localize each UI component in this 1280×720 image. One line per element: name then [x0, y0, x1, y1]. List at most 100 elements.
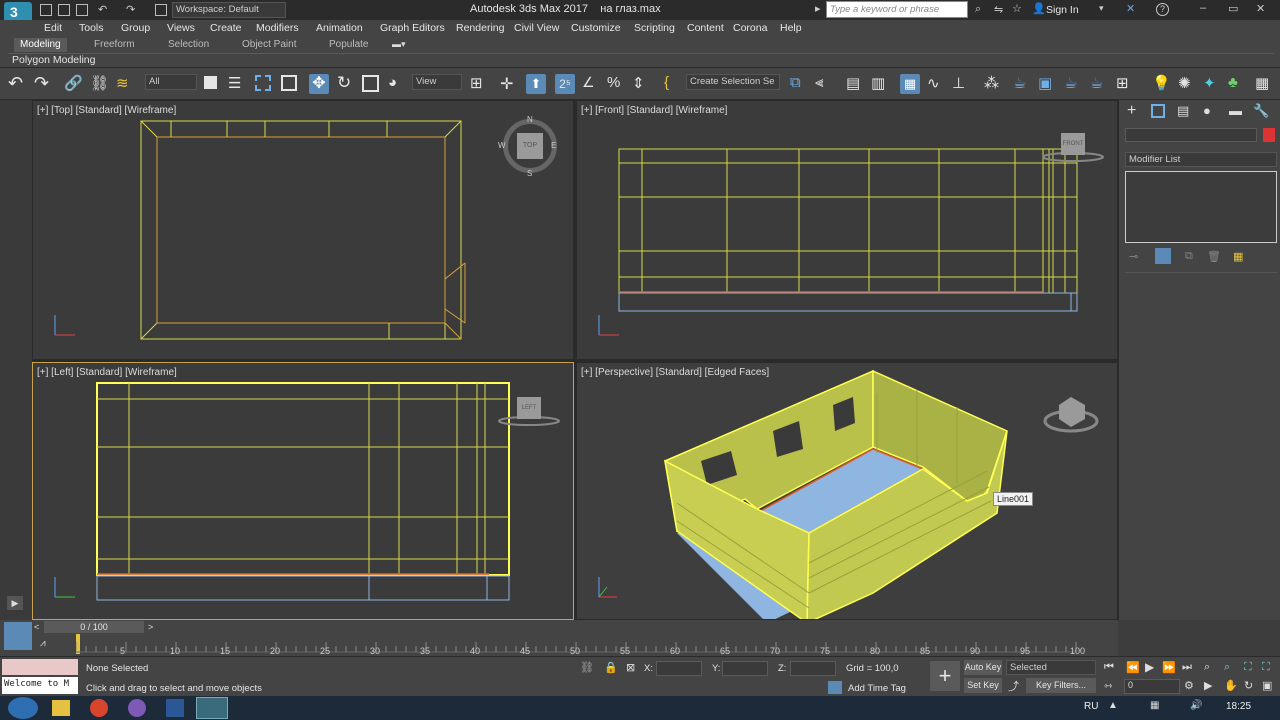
- viber-taskbar-icon[interactable]: [128, 699, 146, 717]
- open-file-icon[interactable]: [58, 4, 70, 16]
- percent-snap-icon[interactable]: %: [607, 74, 620, 91]
- key-filters-button[interactable]: Key Filters...: [1026, 678, 1096, 693]
- minimize-icon[interactable]: –: [1200, 2, 1206, 14]
- render-setup-icon[interactable]: ☕: [1013, 74, 1026, 92]
- menu-edit[interactable]: Edit: [44, 22, 62, 34]
- undo-toolbar-icon[interactable]: ↶: [8, 73, 23, 94]
- modify-tab-icon[interactable]: [1151, 104, 1165, 118]
- keyboard-shortcut-override-icon[interactable]: ⬆: [526, 74, 546, 94]
- sun-light-icon[interactable]: ✺: [1178, 74, 1191, 92]
- next-frame-icon[interactable]: ⏩: [1162, 661, 1176, 674]
- zoom-extents-all-icon[interactable]: ⛶: [1262, 661, 1270, 674]
- pivot-center-icon[interactable]: ⊞: [470, 74, 483, 92]
- viewport-top[interactable]: [+] [Top] [Standard] [Wireframe] TOP W E…: [32, 100, 574, 360]
- viewcube-left[interactable]: LEFT: [517, 397, 541, 419]
- add-time-tag-button[interactable]: Add Time Tag: [848, 683, 906, 694]
- edit-named-selection-icon[interactable]: {: [664, 74, 669, 91]
- menu-help[interactable]: Help: [780, 22, 802, 34]
- schematic-view-icon[interactable]: ⊥: [952, 74, 965, 92]
- set-key-button[interactable]: Set Key: [964, 678, 1002, 693]
- object-name-field[interactable]: [1125, 128, 1257, 142]
- manipulate-icon[interactable]: ✛: [500, 74, 513, 94]
- redo-icon[interactable]: ↷: [126, 3, 135, 16]
- maximize-icon[interactable]: ▭: [1228, 2, 1238, 15]
- time-config-icon[interactable]: ⚙: [1184, 679, 1194, 692]
- menu-civil-view[interactable]: Civil View: [514, 22, 559, 34]
- tab-populate[interactable]: Populate: [323, 38, 374, 52]
- render-production-icon[interactable]: ☕: [1064, 74, 1077, 92]
- maxscript-listener-output[interactable]: Welcome to M: [2, 677, 78, 694]
- tab-selection[interactable]: Selection: [162, 38, 215, 52]
- menu-customize[interactable]: Customize: [571, 22, 621, 34]
- taskbar-clock[interactable]: 18:25: [1226, 701, 1251, 712]
- rectangular-selection-icon[interactable]: [255, 75, 271, 91]
- tray-network-icon[interactable]: ▦: [1150, 700, 1159, 711]
- play-icon[interactable]: ▶: [1145, 660, 1154, 674]
- motion-tab-icon[interactable]: ●: [1203, 103, 1211, 118]
- named-selection-dropdown[interactable]: Create Selection Se: [686, 74, 780, 90]
- select-object-icon[interactable]: [204, 76, 217, 89]
- favorites-star-icon[interactable]: ☆: [1012, 2, 1022, 15]
- menu-rendering[interactable]: Rendering: [456, 22, 504, 34]
- maxscript-mini-listener[interactable]: [2, 659, 78, 675]
- light-bulb-icon[interactable]: 💡: [1152, 74, 1171, 92]
- viewport-front[interactable]: [+] [Front] [Standard] [Wireframe] FRONT: [576, 100, 1118, 360]
- maximize-viewport-icon[interactable]: ▣: [1262, 679, 1272, 692]
- set-key-big-icon[interactable]: +: [930, 661, 960, 691]
- zoom-all-icon[interactable]: ⌕: [1224, 661, 1230, 674]
- object-color-swatch[interactable]: [1263, 128, 1275, 142]
- corona-light-icon[interactable]: ✦: [1203, 74, 1216, 92]
- y-coordinate-field[interactable]: [722, 661, 768, 676]
- goto-end-icon[interactable]: ⏭: [1182, 661, 1192, 674]
- redo-toolbar-icon[interactable]: ↷: [34, 73, 49, 94]
- select-and-rotate-icon[interactable]: ↻: [337, 73, 351, 93]
- project-folder-icon[interactable]: [155, 4, 167, 16]
- menu-views[interactable]: Views: [167, 22, 195, 34]
- spinner-snap-icon[interactable]: ⇕: [632, 74, 645, 92]
- place-icon[interactable]: ◕: [388, 74, 397, 91]
- goto-start-icon[interactable]: ⏮: [1104, 661, 1114, 674]
- time-slider[interactable]: 0 / 100: [44, 621, 144, 633]
- configure-sets-icon[interactable]: ▦: [1233, 250, 1243, 263]
- tree-icon[interactable]: ♣: [1228, 74, 1238, 91]
- display-tab-icon[interactable]: ▬: [1229, 103, 1242, 118]
- utilities-tab-icon[interactable]: 🔧: [1253, 103, 1269, 119]
- menu-animation[interactable]: Animation: [316, 22, 363, 34]
- close-icon[interactable]: ✕: [1256, 2, 1265, 15]
- viewcube-top[interactable]: TOP: [503, 119, 557, 173]
- viewcube-front[interactable]: FRONT: [1061, 133, 1085, 155]
- time-tag-icon[interactable]: [828, 681, 842, 694]
- menu-create[interactable]: Create: [210, 22, 242, 34]
- bind-space-warp-icon[interactable]: ≋: [116, 74, 129, 92]
- previous-frame-icon[interactable]: ⏪: [1126, 661, 1140, 674]
- isolate-selection-icon[interactable]: ⛓: [580, 661, 594, 674]
- pan-view-icon[interactable]: ✋: [1224, 679, 1238, 692]
- sign-in-chevron-icon[interactable]: ▾: [1099, 3, 1104, 14]
- windows-start-icon[interactable]: [8, 697, 38, 719]
- ribbon-options-icon[interactable]: ▬▾: [392, 39, 406, 50]
- select-and-move-icon[interactable]: ✥: [309, 74, 329, 94]
- absolute-mode-icon[interactable]: ⊠: [626, 661, 635, 674]
- menu-group[interactable]: Group: [121, 22, 150, 34]
- search-input[interactable]: Type a keyword or phrase: [826, 1, 968, 18]
- help-icon[interactable]: ?: [1156, 3, 1169, 16]
- unlink-icon[interactable]: ⛓: [90, 74, 109, 92]
- user-icon[interactable]: 👤: [1032, 2, 1046, 15]
- tab-freeform[interactable]: Freeform: [88, 38, 141, 52]
- rendered-frame-window-icon[interactable]: ▣: [1038, 74, 1052, 92]
- panel-divider[interactable]: [1125, 272, 1277, 273]
- link-icon[interactable]: 🔗: [64, 74, 83, 92]
- render-iterative-icon[interactable]: ☕: [1090, 74, 1103, 92]
- viewport-left[interactable]: [+] [Left] [Standard] [Wireframe] LEFT: [32, 362, 574, 620]
- mini-curve-icon[interactable]: ⩘: [40, 638, 46, 649]
- grid-tools-icon[interactable]: ▦: [1255, 74, 1269, 92]
- menu-graph-editors[interactable]: Graph Editors: [380, 22, 445, 34]
- tray-volume-icon[interactable]: 🔊: [1190, 700, 1202, 711]
- sign-in-button[interactable]: Sign In: [1046, 4, 1079, 16]
- toggle-ribbon-icon[interactable]: ▦: [900, 74, 920, 94]
- mirror-icon[interactable]: ⧉: [790, 74, 801, 91]
- scene-explorer-toggle-icon[interactable]: ▶: [7, 596, 23, 610]
- viewport-perspective[interactable]: [+] [Perspective] [Standard] [Edged Face…: [576, 362, 1118, 620]
- new-file-icon[interactable]: [40, 4, 52, 16]
- render-frame-icon[interactable]: ⊞: [1116, 74, 1129, 92]
